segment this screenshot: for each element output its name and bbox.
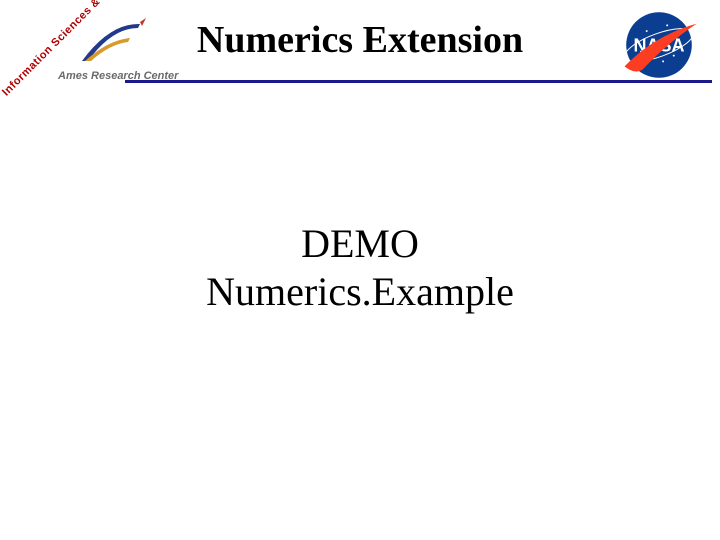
slide-header: Information Sciences & Technology Ames R…: [0, 0, 720, 110]
slide: Information Sciences & Technology Ames R…: [0, 0, 720, 540]
slide-body: DEMO Numerics.Example: [0, 220, 720, 316]
slide-title: Numerics Extension: [0, 18, 720, 62]
body-line-1: DEMO: [0, 220, 720, 268]
body-line-2: Numerics.Example: [0, 268, 720, 316]
nasa-logo-icon: NASA: [618, 10, 700, 80]
header-rule: [125, 80, 712, 83]
